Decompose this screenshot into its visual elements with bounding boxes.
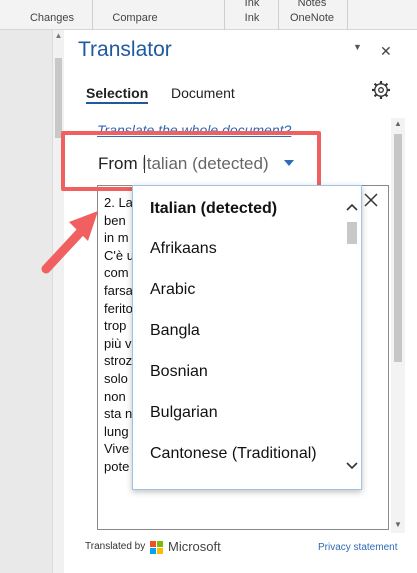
source-line: ferito bbox=[104, 300, 133, 316]
source-line: trop bbox=[104, 318, 127, 334]
ribbon-group-onenote[interactable]: Notes OneNote bbox=[283, 0, 341, 30]
ribbon-group-label: Ink bbox=[244, 12, 260, 24]
pane-scrollbar[interactable]: ▲ ▼ bbox=[391, 118, 405, 533]
source-line: farsa bbox=[104, 282, 133, 298]
brand-name: Microsoft bbox=[168, 539, 221, 554]
source-line: lung bbox=[104, 423, 129, 439]
gear-icon[interactable] bbox=[371, 80, 391, 100]
close-icon[interactable] bbox=[362, 191, 380, 209]
source-line: più v bbox=[104, 335, 132, 351]
chevron-up-icon[interactable] bbox=[346, 202, 358, 214]
ribbon-group-label-top: Ink bbox=[244, 0, 260, 9]
source-line: Vive bbox=[104, 441, 130, 457]
scrollbar-thumb[interactable] bbox=[394, 134, 402, 362]
dropdown-option-cantonese[interactable]: Cantonese (Traditional) bbox=[150, 445, 317, 463]
ribbon-separator bbox=[278, 0, 279, 30]
scroll-up-icon[interactable]: ▲ bbox=[53, 31, 64, 40]
tab-document[interactable]: Document bbox=[171, 85, 235, 101]
ribbon-separator bbox=[347, 0, 348, 30]
scrollbar-thumb[interactable] bbox=[347, 222, 357, 244]
dropdown-option-bangla[interactable]: Bangla bbox=[150, 322, 200, 340]
dropdown-option-afrikaans[interactable]: Afrikaans bbox=[150, 240, 217, 258]
document-area bbox=[0, 30, 56, 573]
ribbon-group-changes[interactable]: Changes bbox=[20, 0, 84, 30]
pane-title: Translator bbox=[78, 38, 172, 61]
scroll-up-icon[interactable]: ▲ bbox=[391, 119, 405, 128]
source-line: strozi bbox=[104, 353, 134, 369]
ribbon-group-label-top: Notes bbox=[297, 0, 327, 9]
footer-credit: Translated by bbox=[85, 541, 146, 552]
ribbon-group-compare[interactable]: Compare bbox=[100, 0, 170, 30]
language-dropdown[interactable]: Italian (detected) Afrikaans Arabic Bang… bbox=[132, 185, 362, 490]
source-line: solo bbox=[104, 370, 128, 386]
ribbon: Changes Compare Ink Ink Notes OneNote bbox=[0, 0, 417, 30]
highlight-box bbox=[61, 131, 321, 191]
source-line: sta n bbox=[104, 406, 133, 422]
ribbon-group-label: OneNote bbox=[289, 12, 335, 24]
tab-selection[interactable]: Selection bbox=[86, 85, 149, 104]
source-line: pote bbox=[104, 458, 130, 474]
pane-close-icon[interactable]: ✕ bbox=[380, 43, 392, 60]
ribbon-group-label: Changes bbox=[29, 12, 75, 24]
source-line: non bbox=[104, 388, 126, 404]
annotation-arrow-icon bbox=[41, 211, 98, 274]
ribbon-separator bbox=[92, 0, 93, 30]
dropdown-option-bulgarian[interactable]: Bulgarian bbox=[150, 404, 218, 422]
ribbon-separator bbox=[224, 0, 225, 30]
dropdown-option-bosnian[interactable]: Bosnian bbox=[150, 363, 208, 381]
pane-options-icon[interactable]: ▼ bbox=[353, 42, 362, 52]
privacy-link[interactable]: Privacy statement bbox=[318, 542, 397, 553]
scroll-down-icon[interactable]: ▼ bbox=[391, 520, 405, 529]
dropdown-scrollbar[interactable] bbox=[344, 194, 360, 484]
document-scrollbar[interactable]: ▲ bbox=[52, 30, 64, 573]
ribbon-group-ink[interactable]: Ink Ink bbox=[230, 0, 274, 30]
chevron-down-icon[interactable] bbox=[346, 459, 358, 471]
dropdown-option-italian[interactable]: Italian (detected) bbox=[150, 200, 277, 218]
ribbon-group-label: Compare bbox=[112, 12, 158, 24]
microsoft-logo-icon bbox=[150, 541, 164, 555]
scrollbar-thumb[interactable] bbox=[55, 58, 62, 138]
dropdown-option-arabic[interactable]: Arabic bbox=[150, 281, 195, 299]
